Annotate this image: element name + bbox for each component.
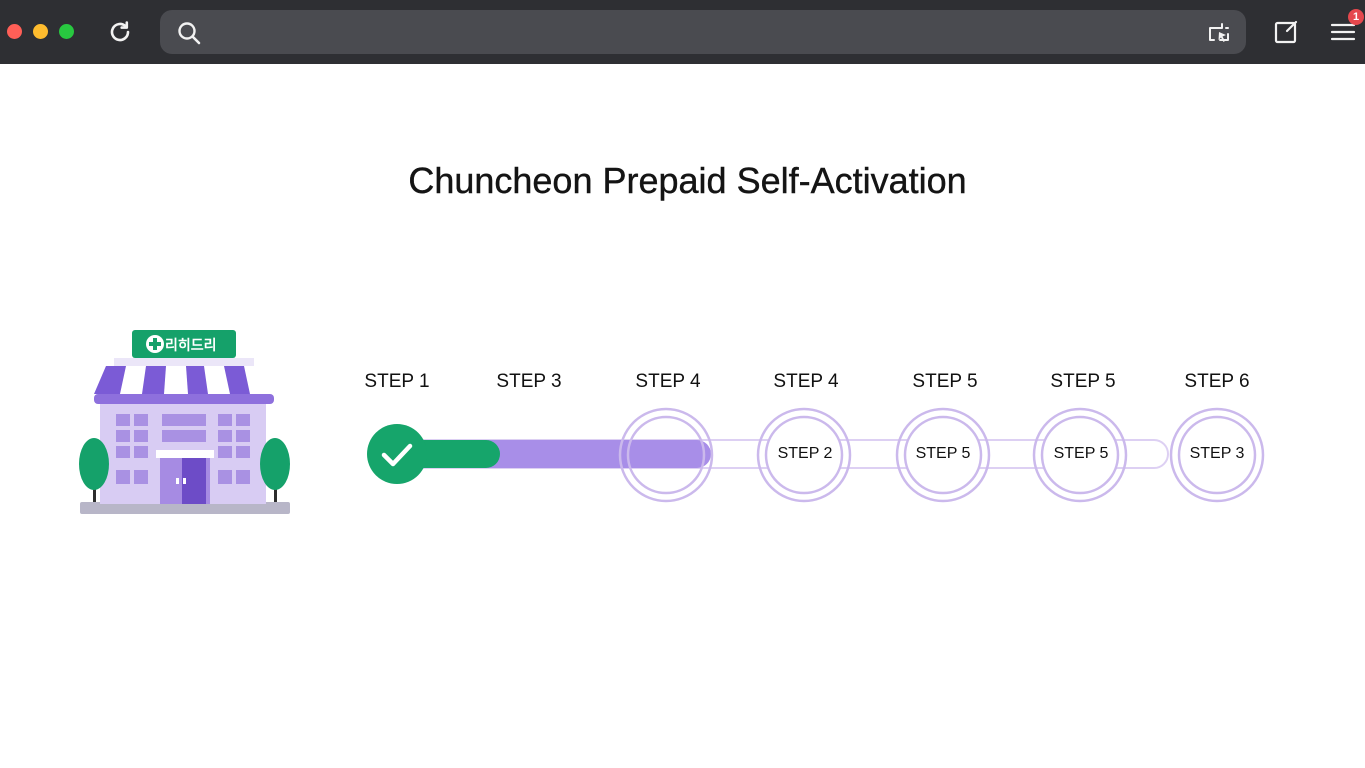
step-label: STEP 4 [773,371,839,392]
step-label: STEP 5 [1050,371,1116,392]
step-complete-circle[interactable] [367,424,427,484]
search-icon [178,22,201,45]
ring-label: STEP 2 [777,445,833,462]
compose-icon[interactable] [1272,18,1300,46]
step-label: STEP 6 [1184,371,1250,392]
ring-label: STEP 5 [1053,445,1109,462]
address-bar[interactable] [160,10,1246,54]
browser-toolbar: 1 [0,0,1365,64]
address-input[interactable] [212,16,1176,50]
maximize-window-button[interactable] [59,24,74,39]
step-label: STEP 3 [496,371,562,392]
close-window-button[interactable] [7,24,22,39]
screenshot-extension-icon[interactable] [1206,20,1232,46]
step-label: STEP 4 [635,371,701,392]
store-illustration [79,330,290,514]
reload-icon[interactable] [105,17,135,47]
ring-label: STEP 3 [1189,445,1245,462]
step-label: STEP 5 [912,371,978,392]
store-sign: 리히드리 [165,337,217,353]
notification-badge: 1 [1348,9,1364,25]
minimize-window-button[interactable] [33,24,48,39]
page-title: Chuncheon Prepaid Self-Activation [408,160,967,201]
step-label: STEP 1 [364,371,430,392]
ring-label: STEP 5 [915,445,971,462]
